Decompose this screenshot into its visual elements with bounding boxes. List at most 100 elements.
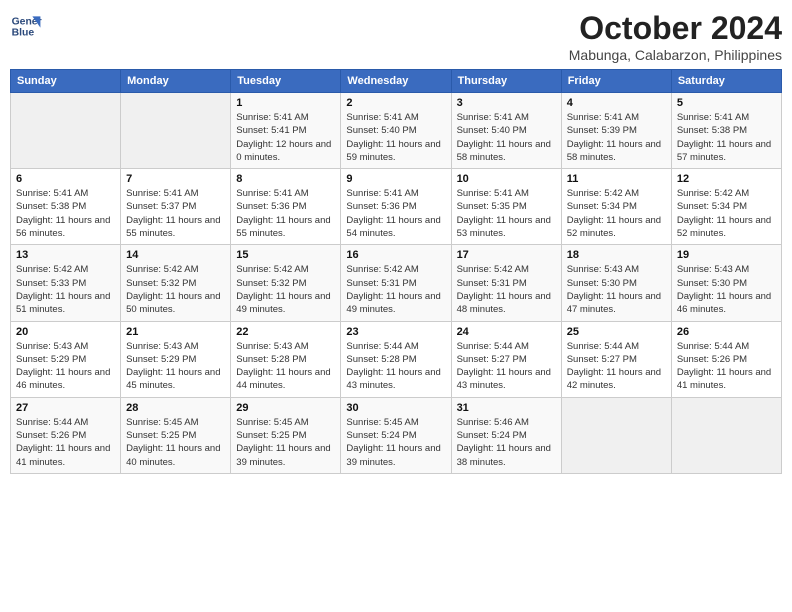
day-info: Sunrise: 5:44 AMSunset: 5:27 PMDaylight:… [567, 340, 666, 393]
calendar-cell [561, 397, 671, 473]
day-info: Sunrise: 5:44 AMSunset: 5:28 PMDaylight:… [346, 340, 445, 393]
day-number: 22 [236, 326, 335, 338]
calendar-cell [11, 93, 121, 169]
header: General Blue October 2024 Mabunga, Calab… [10, 10, 782, 63]
day-number: 27 [16, 402, 115, 414]
day-info: Sunrise: 5:44 AMSunset: 5:26 PMDaylight:… [677, 340, 776, 393]
day-number: 24 [457, 326, 556, 338]
calendar-cell: 23 Sunrise: 5:44 AMSunset: 5:28 PMDayligh… [341, 321, 451, 397]
calendar-cell: 4Sunrise: 5:41 AMSunset: 5:39 PMDaylight… [561, 93, 671, 169]
calendar-cell [121, 93, 231, 169]
calendar-cell: 19Sunrise: 5:43 AMSunset: 5:30 PMDayligh… [671, 245, 781, 321]
weekday-header-thursday: Thursday [451, 70, 561, 93]
calendar-cell: 25Sunrise: 5:44 AMSunset: 5:27 PMDayligh… [561, 321, 671, 397]
day-info: Sunrise: 5:41 AMSunset: 5:40 PMDaylight:… [457, 111, 556, 164]
weekday-header-sunday: Sunday [11, 70, 121, 93]
weekday-header-friday: Friday [561, 70, 671, 93]
calendar-cell: 7 Sunrise: 5:41 AMSunset: 5:37 PMDaylight… [121, 169, 231, 245]
location-title: Mabunga, Calabarzon, Philippines [569, 47, 782, 63]
day-number: 10 [457, 173, 556, 185]
calendar-cell: 10 Sunrise: 5:41 AMSunset: 5:35 PMDayligh… [451, 169, 561, 245]
day-info: Sunrise: 5:42 AMSunset: 5:34 PMDaylight:… [677, 187, 776, 240]
calendar-cell: 13Sunrise: 5:42 AMSunset: 5:33 PMDayligh… [11, 245, 121, 321]
svg-text:Blue: Blue [12, 28, 35, 39]
day-info: Sunrise: 5:45 AMSunset: 5:25 PMDaylight:… [126, 416, 225, 469]
day-info: Sunrise: 5:43 AMSunset: 5:29 PMDaylight:… [16, 340, 115, 393]
week-row-5: 27Sunrise: 5:44 AMSunset: 5:26 PMDayligh… [11, 397, 782, 473]
day-number: 11 [567, 173, 666, 185]
day-number: 28 [126, 402, 225, 414]
weekday-header-monday: Monday [121, 70, 231, 93]
day-number: 3 [457, 97, 556, 109]
day-number: 18 [567, 249, 666, 261]
day-number: 29 [236, 402, 335, 414]
day-info: Sunrise: 5:41 AMSunset: 5:37 PMDaylight:… [126, 187, 225, 240]
calendar-cell: 26 Sunrise: 5:44 AMSunset: 5:26 PMDayligh… [671, 321, 781, 397]
calendar-cell: 2 Sunrise: 5:41 AMSunset: 5:40 PMDaylight… [341, 93, 451, 169]
calendar-cell: 21 Sunrise: 5:43 AMSunset: 5:29 PMDayligh… [121, 321, 231, 397]
calendar-cell: 3 Sunrise: 5:41 AMSunset: 5:40 PMDaylight… [451, 93, 561, 169]
day-number: 31 [457, 402, 556, 414]
calendar: SundayMondayTuesdayWednesdayThursdayFrid… [10, 69, 782, 474]
day-number: 26 [677, 326, 776, 338]
day-number: 5 [677, 97, 776, 109]
calendar-cell: 14 Sunrise: 5:42 AMSunset: 5:32 PMDayligh… [121, 245, 231, 321]
day-info: Sunrise: 5:42 AMSunset: 5:31 PMDaylight:… [457, 263, 556, 316]
day-info: Sunrise: 5:41 AMSunset: 5:40 PMDaylight:… [346, 111, 445, 164]
calendar-cell: 17 Sunrise: 5:42 AMSunset: 5:31 PMDayligh… [451, 245, 561, 321]
logo-icon: General Blue [10, 10, 42, 42]
week-row-2: 6Sunrise: 5:41 AMSunset: 5:38 PMDaylight… [11, 169, 782, 245]
calendar-cell: 8Sunrise: 5:41 AMSunset: 5:36 PMDaylight… [231, 169, 341, 245]
month-title: October 2024 [569, 10, 782, 47]
day-number: 16 [346, 249, 445, 261]
day-info: Sunrise: 5:42 AMSunset: 5:32 PMDaylight:… [126, 263, 225, 316]
calendar-cell: 29 Sunrise: 5:45 AMSunset: 5:25 PMDayligh… [231, 397, 341, 473]
day-number: 19 [677, 249, 776, 261]
day-info: Sunrise: 5:43 AMSunset: 5:30 PMDaylight:… [567, 263, 666, 316]
day-number: 23 [346, 326, 445, 338]
calendar-cell: 5 Sunrise: 5:41 AMSunset: 5:38 PMDaylight… [671, 93, 781, 169]
calendar-cell: 20 Sunrise: 5:43 AMSunset: 5:29 PMDayligh… [11, 321, 121, 397]
calendar-cell: 30 Sunrise: 5:45 AMSunset: 5:24 PMDayligh… [341, 397, 451, 473]
week-row-3: 13Sunrise: 5:42 AMSunset: 5:33 PMDayligh… [11, 245, 782, 321]
day-info: Sunrise: 5:41 AMSunset: 5:38 PMDaylight:… [677, 111, 776, 164]
day-number: 8 [236, 173, 335, 185]
calendar-cell: 9Sunrise: 5:41 AMSunset: 5:36 PMDaylight… [341, 169, 451, 245]
day-info: Sunrise: 5:46 AMSunset: 5:24 PMDaylight:… [457, 416, 556, 469]
calendar-cell: 18 Sunrise: 5:43 AMSunset: 5:30 PMDayligh… [561, 245, 671, 321]
day-info: Sunrise: 5:42 AMSunset: 5:33 PMDaylight:… [16, 263, 115, 316]
day-info: Sunrise: 5:43 AMSunset: 5:29 PMDaylight:… [126, 340, 225, 393]
calendar-cell: 22Sunrise: 5:43 AMSunset: 5:28 PMDayligh… [231, 321, 341, 397]
day-info: Sunrise: 5:42 AMSunset: 5:31 PMDaylight:… [346, 263, 445, 316]
day-info: Sunrise: 5:41 AMSunset: 5:38 PMDaylight:… [16, 187, 115, 240]
calendar-cell: 11 Sunrise: 5:42 AMSunset: 5:34 PMDayligh… [561, 169, 671, 245]
calendar-cell: 24Sunrise: 5:44 AMSunset: 5:27 PMDayligh… [451, 321, 561, 397]
day-number: 30 [346, 402, 445, 414]
day-info: Sunrise: 5:41 AMSunset: 5:35 PMDaylight:… [457, 187, 556, 240]
day-info: Sunrise: 5:42 AMSunset: 5:34 PMDaylight:… [567, 187, 666, 240]
day-number: 1 [236, 97, 335, 109]
weekday-header-saturday: Saturday [671, 70, 781, 93]
day-number: 17 [457, 249, 556, 261]
day-number: 4 [567, 97, 666, 109]
day-info: Sunrise: 5:45 AMSunset: 5:24 PMDaylight:… [346, 416, 445, 469]
day-info: Sunrise: 5:41 AMSunset: 5:41 PMDaylight:… [236, 111, 335, 164]
calendar-cell [671, 397, 781, 473]
day-number: 21 [126, 326, 225, 338]
calendar-cell: 1 Sunrise: 5:41 AMSunset: 5:41 PMDaylight… [231, 93, 341, 169]
calendar-cell: 12Sunrise: 5:42 AMSunset: 5:34 PMDayligh… [671, 169, 781, 245]
day-number: 15 [236, 249, 335, 261]
day-info: Sunrise: 5:41 AMSunset: 5:36 PMDaylight:… [346, 187, 445, 240]
weekday-header-row: SundayMondayTuesdayWednesdayThursdayFrid… [11, 70, 782, 93]
calendar-cell: 6Sunrise: 5:41 AMSunset: 5:38 PMDaylight… [11, 169, 121, 245]
day-info: Sunrise: 5:45 AMSunset: 5:25 PMDaylight:… [236, 416, 335, 469]
day-number: 2 [346, 97, 445, 109]
calendar-cell: 15 Sunrise: 5:42 AMSunset: 5:32 PMDayligh… [231, 245, 341, 321]
day-number: 7 [126, 173, 225, 185]
day-number: 14 [126, 249, 225, 261]
day-number: 20 [16, 326, 115, 338]
weekday-header-tuesday: Tuesday [231, 70, 341, 93]
day-info: Sunrise: 5:42 AMSunset: 5:32 PMDaylight:… [236, 263, 335, 316]
calendar-cell: 16 Sunrise: 5:42 AMSunset: 5:31 PMDayligh… [341, 245, 451, 321]
logo: General Blue [10, 10, 42, 42]
